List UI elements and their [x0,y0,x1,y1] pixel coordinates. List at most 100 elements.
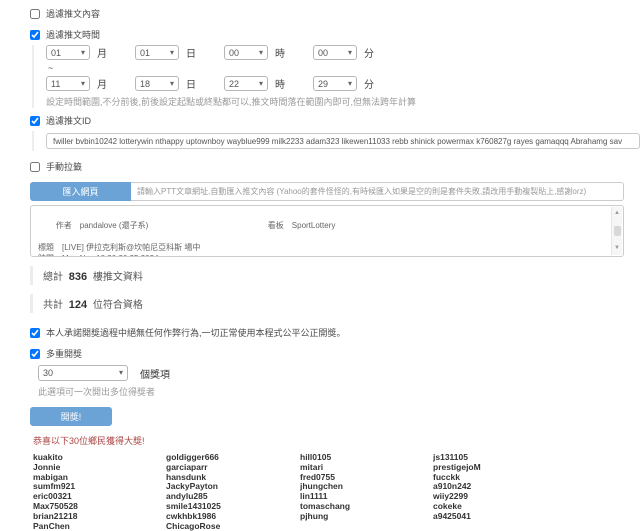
winner-name: PanChen [33,522,166,531]
filter-id-checkbox[interactable] [30,116,40,126]
winner-name: cokeke [433,502,566,512]
time-end-row: 11 ▾ 月 18 ▾ 日 22 ▾ 時 [46,76,632,91]
article-author-row: 作者 pandalove (還子系) 看板 SportLottery [38,209,607,242]
author-value: pandalove (還子系) [80,221,148,230]
end-hour-value: 22 [229,79,239,89]
winner-name: smile1431025 [166,502,300,512]
winner-name: brian21218 [33,512,166,522]
filter-id-row: 過濾推文ID [30,114,632,127]
time-label: 時間 [38,253,54,257]
total-suffix: 樓推文資料 [93,272,143,283]
winner-name: hill0105 [300,453,433,463]
textarea-scrollbar[interactable]: ▲ ▼ [611,207,622,255]
chevron-down-icon: ▾ [259,49,263,57]
scroll-down-icon[interactable]: ▼ [614,243,620,254]
start-hour-select[interactable]: 00 ▾ [224,45,268,60]
id-filter-input[interactable] [46,133,640,149]
results-section: 恭喜以下30位鄉民獲得大獎! kuakitoJonniemabigansumfm… [30,434,632,531]
multi-draw-hint: 此選項可一次開出多位得獎者 [38,385,632,398]
filter-content-checkbox[interactable] [30,9,40,19]
chevron-down-icon: ▾ [170,80,174,88]
start-day-value: 01 [140,48,150,58]
article-textarea[interactable]: 作者 pandalove (還子系) 看板 SportLottery 標題 [LIVE… [30,205,624,257]
multi-draw-label: 多重開獎 [46,347,82,360]
scroll-up-icon[interactable]: ▲ [614,208,620,219]
end-month-value: 11 [51,79,60,89]
title-value: [LIVE] 伊拉克利斯@坎帕尼亞科斯 場中 [62,242,200,253]
board-label: 看板 [268,221,284,230]
prize-unit-label: 個獎項 [140,366,170,381]
time-value: Mon Nov 18 20:30:35 2024 [62,253,159,257]
winners-column: goldigger666garciaparrhansdunkJackyPayto… [166,453,300,531]
import-group: 匯入網頁 [30,182,624,201]
day-unit-label: 日 [186,76,196,91]
total-value: 836 [69,271,87,283]
end-hour-select[interactable]: 22 ▾ [224,76,268,91]
end-month-select[interactable]: 11 ▾ [46,76,90,91]
total-prefix: 總計 [43,272,63,283]
end-minute-value: 29 [318,79,328,89]
winner-name: sumfm921 [33,482,166,492]
end-day-value: 18 [140,79,150,89]
start-day-select[interactable]: 01 ▾ [135,45,179,60]
scrollbar-thumb[interactable] [614,226,621,236]
promise-checkbox[interactable] [30,328,40,338]
chevron-down-icon: ▾ [348,80,352,88]
board-value: SportLottery [292,221,336,230]
winner-name: ChicagoRose [166,522,300,531]
start-minute-value: 00 [318,48,328,58]
winners-column: hill0105mitarifred0755jhungchenlin1111to… [300,453,433,531]
filter-time-row: 過濾推文時間 [30,28,632,41]
multi-draw-checkbox[interactable] [30,349,40,359]
filter-id-label: 過濾推文ID [46,114,91,127]
winner-name: goldigger666 [166,453,300,463]
winner-name: mabigan [33,473,166,483]
winners-column: kuakitoJonniemabigansumfm921eric00321Max… [33,453,166,531]
start-minute-select[interactable]: 00 ▾ [313,45,357,60]
hour-unit-label: 時 [275,76,285,91]
winner-name: garciaparr [166,463,300,473]
ptt-url-input[interactable] [131,182,624,201]
end-minute-select[interactable]: 29 ▾ [313,76,357,91]
hour-unit-label: 時 [275,45,285,60]
end-day-select[interactable]: 18 ▾ [135,76,179,91]
filter-content-label: 過濾推文內容 [46,7,100,20]
winner-name: js131105 [433,453,566,463]
minute-unit-label: 分 [364,45,374,60]
winner-name: a910n242 [433,482,566,492]
time-start-row: 01 ▾ 月 01 ▾ 日 00 ▾ 時 [46,45,632,60]
multi-draw-row: 多重開獎 [30,347,632,360]
filter-content-row: 過濾推文內容 [30,7,632,20]
draw-button[interactable]: 開獎! [30,407,112,426]
winner-name: Max750528 [33,502,166,512]
chevron-down-icon: ▾ [81,49,85,57]
winner-name: andylu285 [166,492,300,502]
id-filter-block [32,131,632,151]
chevron-down-icon: ▾ [348,49,352,57]
prize-count-select[interactable]: 30 ▾ [38,365,128,381]
winner-name: hansdunk [166,473,300,483]
winner-name: lin1111 [300,492,433,502]
winner-name: prestigejoM [433,463,566,473]
start-month-select[interactable]: 01 ▾ [46,45,90,60]
total-comments-stat: 總計 836 樓推文資料 [30,266,632,285]
winner-name: JackyPayton [166,482,300,492]
minute-unit-label: 分 [364,76,374,91]
filter-time-checkbox[interactable] [30,30,40,40]
prize-count-row: 30 ▾ 個獎項 [38,365,632,381]
winner-name: a9425041 [433,512,566,522]
promise-label: 本人承諾開獎過程中絕無任何作弊行為,一切正常使用本程式公平公正開獎。 [46,326,346,339]
winners-grid: kuakitoJonniemabigansumfm921eric00321Max… [33,453,632,531]
title-label: 標題 [38,242,54,253]
author-label: 作者 [56,221,72,230]
chevron-down-icon: ▾ [119,369,123,377]
time-range-block: 01 ▾ 月 01 ▾ 日 00 ▾ 時 [32,45,632,108]
import-webpage-button[interactable]: 匯入網頁 [30,182,131,201]
chevron-down-icon: ▾ [81,80,85,88]
manual-draw-checkbox[interactable] [30,162,40,172]
manual-draw-row: 手動拉籤 [30,160,632,173]
prize-count-value: 30 [43,368,53,378]
month-unit-label: 月 [97,45,107,60]
lottery-tool-page: 過濾推文內容 過濾推文時間 01 ▾ 月 01 ▾ 日 [0,0,640,531]
month-unit-label: 月 [97,76,107,91]
